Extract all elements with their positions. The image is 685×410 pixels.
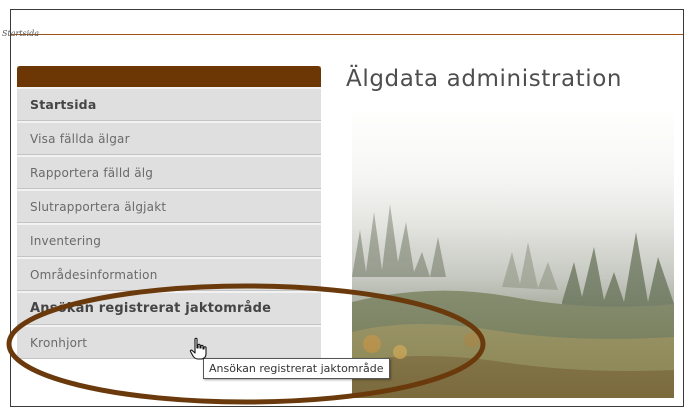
top-bar — [11, 10, 683, 35]
breadcrumb[interactable]: Startsida — [2, 29, 39, 38]
sidebar-item-visa-fallda-algar[interactable]: Visa fällda älgar — [17, 121, 321, 155]
sidebar-item-omradesinformation[interactable]: Områdesinformation — [17, 257, 321, 291]
sidebar-menu: Startsida Visa fällda älgar Rapportera f… — [17, 66, 321, 359]
sidebar-item-kronhjort[interactable]: Kronhjort — [17, 325, 321, 359]
sidebar-item-slutrapportera-algjakt[interactable]: Slutrapportera älgjakt — [17, 189, 321, 223]
sidebar-item-ansokan-registrerat-jaktomrade[interactable]: Ansökan registrerat jaktområde — [17, 291, 321, 325]
sidebar-item-rapportera-falld-alg[interactable]: Rapportera fälld älg — [17, 155, 321, 189]
hero-image — [352, 112, 674, 398]
hand-pointer-icon — [189, 337, 207, 360]
sidebar-item-inventering[interactable]: Inventering — [17, 223, 321, 257]
page-title: Älgdata administration — [346, 66, 623, 92]
tooltip: Ansökan registrerat jaktområde — [203, 358, 390, 379]
sidebar-item-startsida[interactable]: Startsida — [17, 87, 321, 121]
sidebar-header — [17, 66, 321, 87]
misty-forest-image — [352, 112, 674, 398]
